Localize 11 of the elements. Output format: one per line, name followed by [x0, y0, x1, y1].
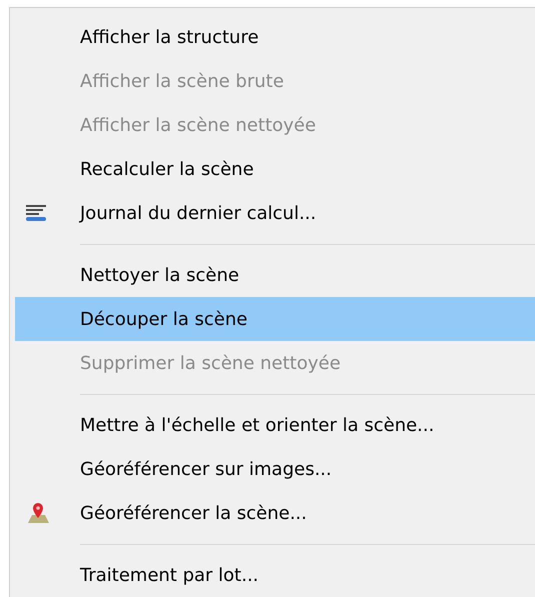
menu-item[interactable]: Afficher la structure [15, 15, 535, 59]
menu-item[interactable]: Nettoyer la scène [15, 253, 535, 297]
map-pin-icon [25, 501, 51, 525]
menu-item[interactable]: Géoréférencer la scène... [15, 491, 535, 535]
text-lines-icon [25, 204, 47, 222]
menu-item[interactable]: Découper la scène [15, 297, 535, 341]
menu-item[interactable]: Géoréférencer sur images... [15, 447, 535, 491]
menu-item[interactable]: Mettre à l'échelle et orienter la scène... [15, 403, 535, 447]
menu-item[interactable]: Recalculer la scène [15, 147, 535, 191]
menu-item[interactable]: Traitement par lot... [15, 553, 535, 597]
menu-item[interactable]: Journal du dernier calcul... [15, 191, 535, 235]
